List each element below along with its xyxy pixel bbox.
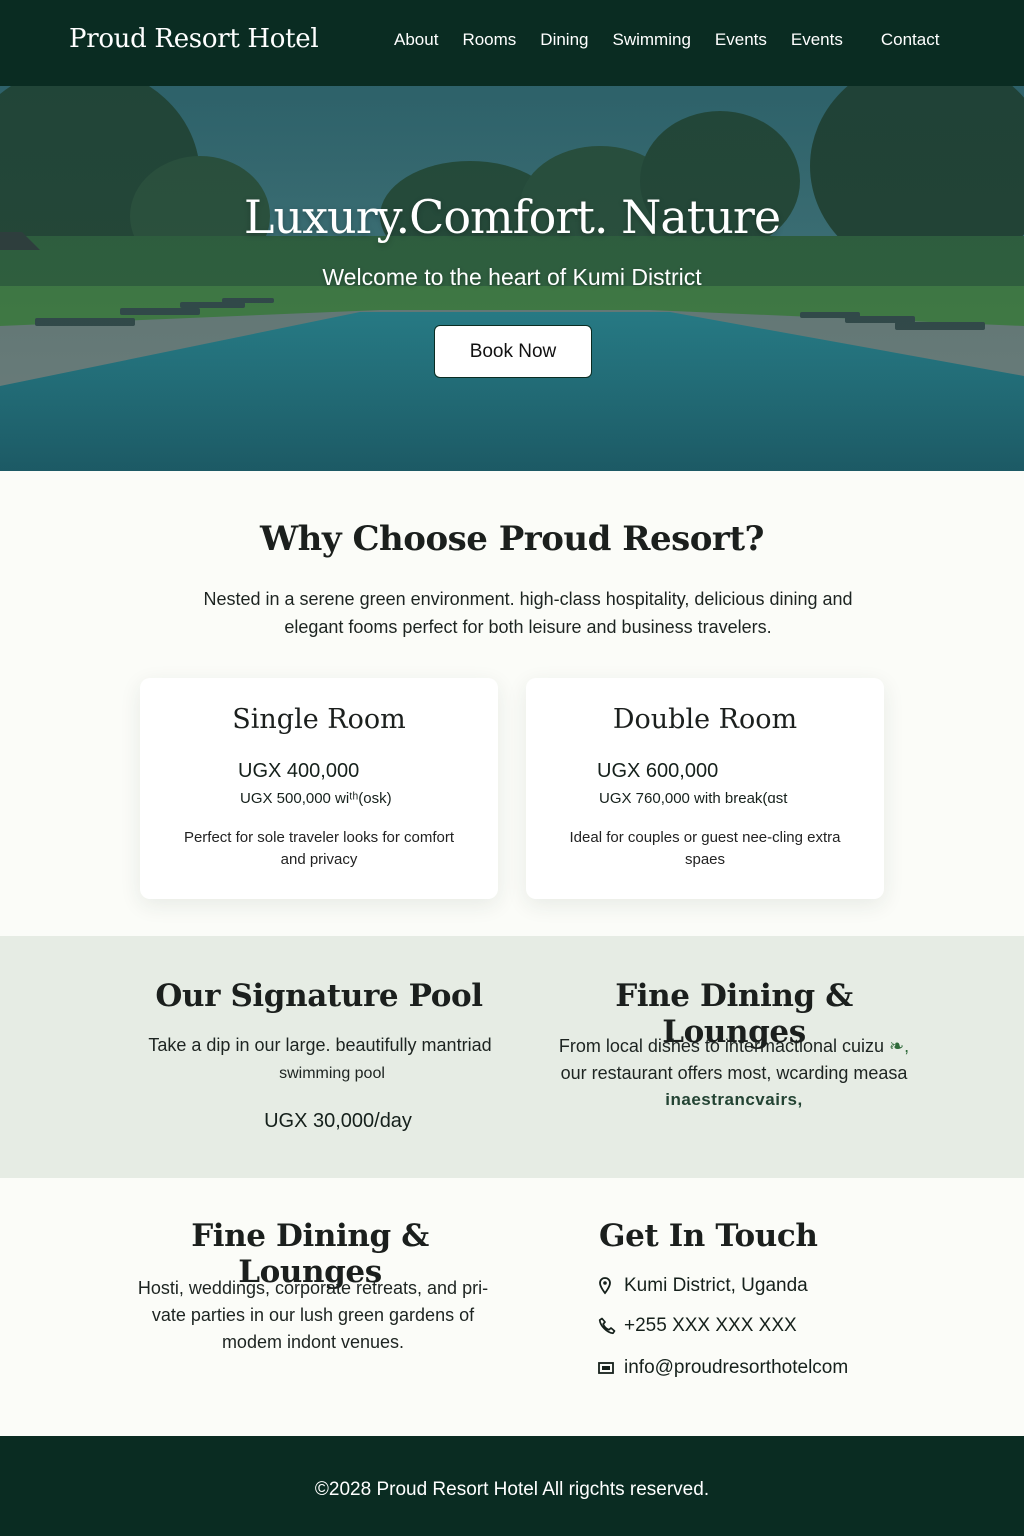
dining-text-line3: inaestrancvairs, [665, 1090, 803, 1109]
nav-swimming[interactable]: Swimming [613, 30, 691, 50]
hero-banner: Luxury.Comfort. Nature Welcome to the he… [0, 86, 1024, 471]
amenities-section: Our Signature Pool Take a dip in our lar… [0, 936, 1024, 1178]
contact-title: Get In Touch [599, 1218, 818, 1254]
nav-events[interactable]: Events [715, 30, 767, 50]
single-room-card[interactable]: Single Room UGX 400,000 UGX 500,000 wiᵗʰ… [140, 678, 498, 899]
pool-text-line2: swimming pool [279, 1065, 385, 1082]
nav-rooms[interactable]: Rooms [462, 30, 516, 50]
room-price-alt: UGX 500,000 wiᵗʰ(osk) [240, 790, 392, 807]
room-price: UGX 600,000 [597, 760, 719, 782]
contact-location[interactable]: Kumi District, Uganda [598, 1275, 808, 1297]
events-description: Hosti, weddings, corporate retreats, and… [137, 1278, 489, 1352]
nav-events-2[interactable]: Events [791, 30, 843, 50]
copyright-text: ©2028 Proud Resort Hotel All rigchts res… [314, 1479, 710, 1500]
nav-about[interactable]: About [394, 30, 438, 50]
why-description: Nested in a serene green environment. hi… [203, 589, 853, 637]
location-text: Kumi District, Uganda [624, 1275, 808, 1296]
phone-text: +255 XXX XXX XXX [624, 1315, 797, 1336]
site-footer: ©2028 Proud Resort Hotel All rigchts res… [0, 1436, 1024, 1536]
double-room-card[interactable]: Double Room UGX 600,000 UGX 760,000 with… [526, 678, 884, 899]
nav-contact[interactable]: Contact [881, 30, 940, 50]
room-description: Ideal for couples or guest nee-cling ext… [569, 829, 841, 868]
contact-email[interactable]: info@proudresorthotelcom [598, 1357, 848, 1379]
why-section: Why Choose Proud Resort? Nested in a ser… [0, 471, 1024, 936]
dining-text-line2: our restaurant offers most, wcarding mea… [560, 1063, 908, 1083]
events-contact-section: Fine Dining & Lounges Hosti, weddings, c… [0, 1178, 1024, 1436]
pool-price: UGX 30,000/day [264, 1110, 412, 1132]
email-text: info@proudresorthotelcom [624, 1357, 849, 1378]
room-price-alt: UGX 760,000 with break(ɑst [599, 790, 788, 807]
room-name: Single Room [232, 704, 406, 735]
phone-icon [598, 1317, 624, 1335]
room-name: Double Room [612, 704, 798, 735]
main-nav: About Rooms Dining Swimming Events Event… [394, 30, 939, 50]
hero-subtitle: Welcome to the heart of Kumi District [322, 264, 702, 290]
room-description: Perfect for sole traveler looks for comf… [183, 829, 455, 868]
pool-text-line1: Take a dip in our large. beautifully man… [148, 1035, 492, 1055]
dining-text-line1: From local dishes to intermactional cuiz… [558, 1036, 910, 1056]
contact-phone[interactable]: +255 XXX XXX XXX [598, 1315, 797, 1337]
why-title: Why Choose Proud Resort? [260, 519, 764, 559]
location-pin-icon [598, 1277, 624, 1295]
nav-dining[interactable]: Dining [540, 30, 588, 50]
site-header: Proud Resort Hotel About Rooms Dining Sw… [0, 0, 1024, 86]
room-price: UGX 400,000 [238, 760, 360, 782]
mail-icon [598, 1361, 624, 1375]
hero-title: Luxury.Comfort. Nature [243, 190, 781, 244]
book-now-button[interactable]: Book Now [434, 325, 592, 378]
leaf-icon: ❧, [884, 1036, 910, 1056]
pool-title: Our Signature Pool [155, 978, 483, 1014]
brand-logo[interactable]: Proud Resort Hotel [69, 24, 319, 54]
